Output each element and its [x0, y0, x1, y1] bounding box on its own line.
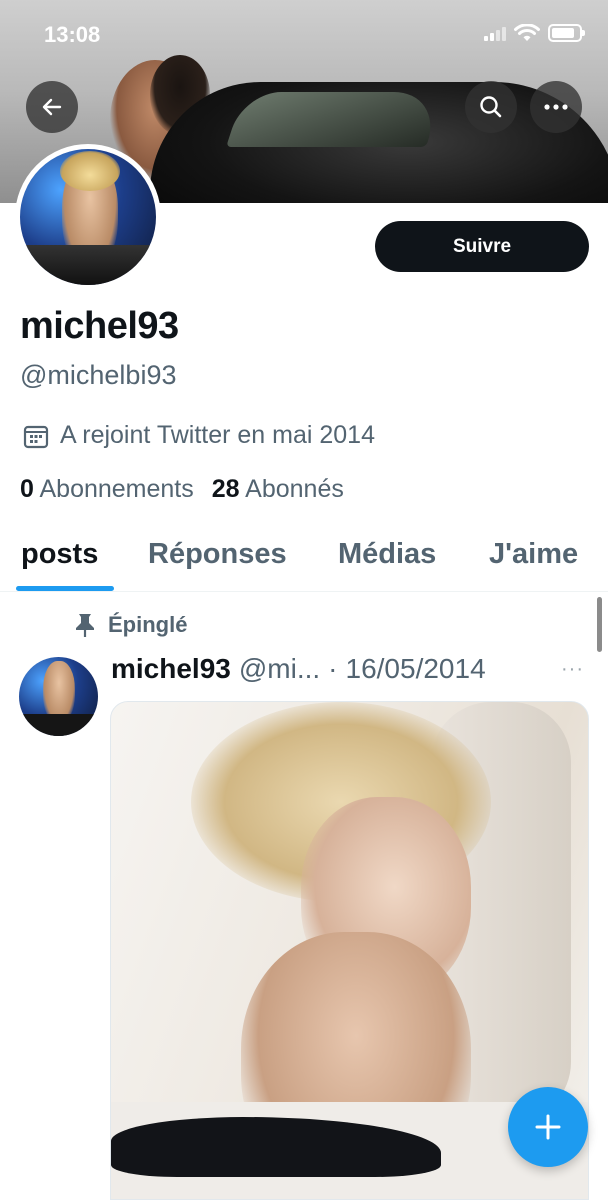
following-label: Abonnements — [39, 475, 194, 503]
tab-likes[interactable]: J'aime — [489, 538, 578, 571]
post-date[interactable]: 16/05/2014 — [346, 653, 486, 685]
search-button[interactable] — [465, 81, 517, 133]
tab-media[interactable]: Médias — [338, 538, 436, 571]
following-count: 0 — [20, 475, 34, 503]
back-button[interactable] — [26, 81, 78, 133]
status-time: 13:08 — [44, 22, 101, 47]
followers-stat[interactable]: 28 Abonnés — [212, 475, 344, 504]
followers-label: Abonnés — [245, 475, 344, 503]
follow-button[interactable]: Suivre — [375, 221, 589, 272]
joined-text: A rejoint Twitter en mai 2014 — [60, 421, 375, 449]
calendar-icon — [23, 425, 49, 448]
arrow-left-icon — [42, 98, 62, 116]
post-avatar-car — [19, 714, 98, 736]
profile-joined-date: A rejoint Twitter en mai 2014 — [22, 421, 375, 450]
more-button[interactable] — [530, 81, 582, 133]
post-author-name[interactable]: michel93 — [111, 653, 231, 685]
profile-avatar[interactable] — [15, 144, 161, 290]
battery-icon — [548, 24, 585, 42]
pinned-indicator: Épinglé — [74, 612, 187, 638]
post-more-icon[interactable]: ··· — [561, 658, 584, 681]
cellular-signal-icon — [484, 25, 506, 41]
post-header: michel93 @mi... · 16/05/2014 — [111, 653, 541, 685]
profile-tabs: posts Réponses Médias J'aime — [0, 530, 608, 592]
post-author-avatar[interactable] — [19, 657, 98, 736]
avatar-car — [20, 245, 156, 285]
search-icon — [480, 96, 502, 118]
scrollbar[interactable] — [597, 597, 602, 652]
followers-count: 28 — [211, 475, 240, 503]
more-horizontal-icon — [544, 104, 568, 110]
pin-icon — [76, 614, 94, 637]
tab-replies[interactable]: Réponses — [148, 538, 287, 571]
profile-stats: 0 Abonnements 28 Abonnés — [20, 475, 344, 504]
active-tab-indicator — [16, 586, 114, 591]
plus-icon — [535, 1114, 561, 1140]
post-author-handle[interactable]: @mi... — [239, 653, 320, 685]
status-icons — [484, 24, 585, 42]
profile-display-name: michel93 — [20, 305, 179, 347]
avatar-hair — [60, 151, 120, 191]
compose-button[interactable] — [508, 1087, 588, 1167]
pinned-label: Épinglé — [108, 612, 188, 637]
tab-posts[interactable]: posts — [21, 538, 98, 571]
profile-handle: @michelbi93 — [20, 360, 177, 390]
post-separator: · — [328, 653, 338, 684]
banner-windshield — [226, 92, 444, 147]
following-stat[interactable]: 0 Abonnements — [20, 475, 194, 504]
wifi-icon — [514, 24, 540, 41]
